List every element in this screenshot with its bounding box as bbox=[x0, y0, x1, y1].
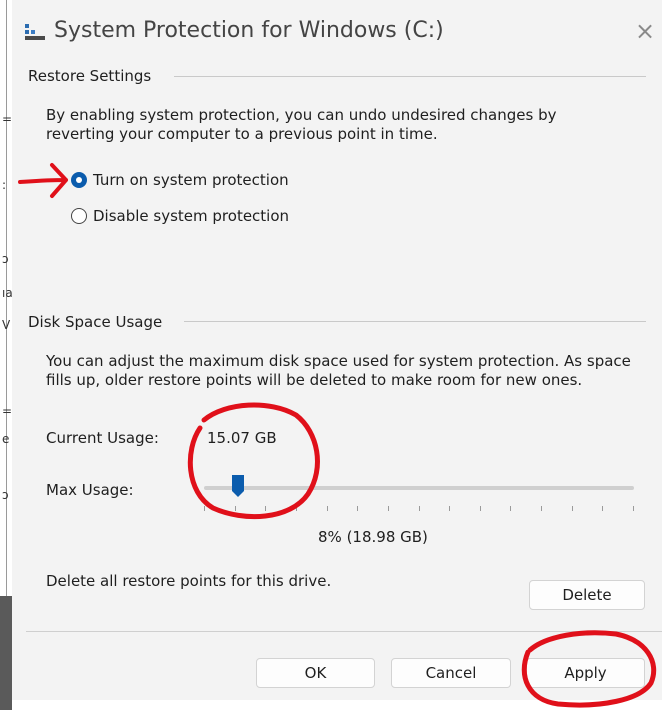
slider-tick bbox=[633, 506, 634, 511]
title-bar[interactable]: System Protection for Windows (C:) × bbox=[12, 0, 662, 62]
max-usage-slider[interactable] bbox=[204, 474, 634, 514]
slider-tick bbox=[388, 506, 389, 511]
close-icon: × bbox=[634, 17, 656, 45]
slider-tick bbox=[510, 506, 511, 511]
restore-description-line1: By enabling system protection, you can u… bbox=[46, 106, 557, 124]
ok-button[interactable]: OK bbox=[256, 658, 375, 688]
slider-tick bbox=[357, 506, 358, 511]
edge-fragment: e bbox=[2, 432, 10, 446]
slider-tick bbox=[541, 506, 542, 511]
max-usage-value: 8% (18.98 GB) bbox=[318, 528, 428, 546]
close-button[interactable]: × bbox=[630, 16, 660, 46]
cancel-button[interactable]: Cancel bbox=[391, 658, 511, 688]
disk-description-line1: You can adjust the maximum disk space us… bbox=[46, 352, 631, 370]
group-divider bbox=[174, 76, 646, 77]
edge-fragment: ɔ bbox=[2, 252, 9, 266]
button-separator bbox=[26, 631, 662, 632]
edge-fragment: V bbox=[2, 318, 11, 332]
disk-space-group-title: Disk Space Usage bbox=[28, 313, 163, 331]
disk-description-line2: fills up, older restore points will be d… bbox=[46, 371, 583, 389]
disable-protection-radio[interactable]: Disable system protection bbox=[71, 207, 289, 225]
slider-tick bbox=[602, 506, 603, 511]
delete-description: Delete all restore points for this drive… bbox=[46, 572, 332, 590]
radio-unselected-icon[interactable] bbox=[71, 208, 87, 224]
current-usage-label: Current Usage: bbox=[46, 429, 159, 447]
restore-description-line2: reverting your computer to a previous po… bbox=[46, 125, 438, 143]
slider-tick bbox=[204, 506, 205, 511]
edge-fragment: = bbox=[2, 112, 13, 126]
window-title: System Protection for Windows (C:) bbox=[54, 18, 444, 43]
slider-tick bbox=[265, 506, 266, 511]
restore-settings-group-title: Restore Settings bbox=[28, 67, 152, 85]
group-divider bbox=[184, 321, 646, 322]
slider-tick bbox=[235, 506, 236, 511]
computer-icon bbox=[25, 24, 45, 40]
slider-tick bbox=[572, 506, 573, 511]
radio-label: Disable system protection bbox=[93, 207, 290, 225]
slider-tick bbox=[296, 506, 297, 511]
max-usage-label: Max Usage: bbox=[46, 481, 134, 499]
slider-tick bbox=[327, 506, 328, 511]
slider-tick bbox=[449, 506, 450, 511]
radio-selected-icon[interactable] bbox=[71, 172, 87, 188]
edge-fragment: = bbox=[2, 404, 13, 418]
system-protection-dialog: System Protection for Windows (C:) × Res… bbox=[12, 0, 662, 700]
slider-tick bbox=[419, 506, 420, 511]
slider-tick bbox=[480, 506, 481, 511]
slider-thumb[interactable] bbox=[231, 474, 245, 498]
radio-label: Turn on system protection bbox=[93, 171, 289, 189]
apply-button[interactable]: Apply bbox=[526, 658, 645, 688]
slider-track[interactable] bbox=[204, 486, 634, 490]
background-window-edge: = : ɔ ıa V = e ɔ bbox=[0, 0, 13, 710]
edge-fragment: ɔ bbox=[2, 488, 9, 502]
delete-button[interactable]: Delete bbox=[529, 580, 645, 610]
current-usage-value: 15.07 GB bbox=[207, 429, 277, 447]
edge-fragment: : bbox=[2, 178, 7, 192]
turn-on-protection-radio[interactable]: Turn on system protection bbox=[71, 171, 289, 189]
